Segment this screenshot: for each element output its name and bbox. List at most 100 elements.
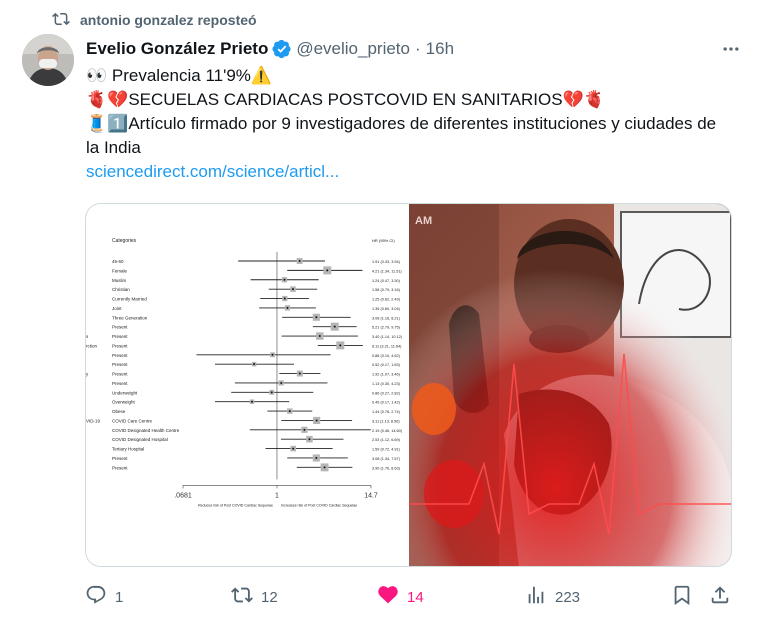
row-label: Tertiary Hospital [112,447,144,452]
row-label: Present [112,334,128,339]
categories-header: Categories [112,238,137,244]
author-handle[interactable]: @evelio_prieto [296,39,410,59]
estimate-dot [318,335,321,338]
author-name[interactable]: Evelio González Prieto [86,39,268,59]
article-link[interactable]: sciencedirect.com/science/articl... [86,162,339,181]
repost-button[interactable]: 12 [231,585,278,609]
avatar[interactable] [22,34,74,86]
row-label: Present [112,353,128,358]
side-fragment: s [86,334,89,339]
tweet-actions: 1 12 14 223 [85,585,735,609]
row-hr: 3.90 (1.76, 8.63) [372,466,401,470]
thread-emoji: 🧵1️⃣ [86,114,129,133]
bookmark-icon [671,584,693,610]
estimate-dot [253,363,256,366]
row-hr: 1.24 (0.47, 3.30) [372,279,401,283]
hr-header: HR (95% CI) [372,238,395,243]
estimate-dot [283,278,286,281]
tweet-media[interactable]: Categories HR (95% CI) 45-60 1.91 (0.33, 3.… [85,203,732,567]
row-label: Three Generation [112,315,148,320]
x-label-right: Increases risk of Post COVID Cardiac Seq… [281,503,357,507]
estimate-dot [315,316,318,319]
estimate-dot [339,344,342,347]
row-label: Present [112,381,128,386]
x-tick-label: 1 [275,492,279,499]
row-hr: 3.08 (1.16, 8.21) [372,316,401,320]
verified-badge-icon [272,39,292,59]
estimate-dot [271,353,274,356]
row-hr: 5.21 (2.79, 9.75) [372,326,401,330]
row-hr: 3.40 (1.14, 10.12) [372,335,403,339]
row-label: Currently Married [112,297,147,302]
share-button[interactable] [709,585,731,609]
heart-emoji: 💔🫀 [562,90,605,109]
row-label: Present [112,372,128,377]
reply-button[interactable]: 1 [85,585,123,609]
views-button[interactable]: 223 [525,585,580,609]
like-button[interactable]: 14 [377,585,424,609]
timestamp[interactable]: 16h [426,39,454,59]
estimate-dot [283,297,286,300]
row-label: Present [112,465,128,470]
estimate-dot [280,381,283,384]
row-hr: 1.92 (1.07, 3.46) [372,373,401,377]
row-hr: 6.11 (3.21, 11.64) [372,344,402,348]
estimate-dot [333,325,336,328]
estimate-dot [315,419,318,422]
row-hr: 1.13 (0.30, 4.23) [372,382,401,386]
row-label: Present [112,325,128,330]
repost-icon [231,584,253,610]
row-label: Overweight [112,400,136,405]
row-label: Joint [112,306,122,311]
row-label: Underweight [112,390,138,395]
share-icon [709,584,731,610]
like-count: 14 [407,588,424,606]
tweet-line-3: 🧵1️⃣Artículo firmado por 9 investigadore… [86,114,717,157]
estimate-dot [288,410,291,413]
x-tick-label: 14.7 [364,492,378,499]
row-hr: 1.59 (0.72, 4.91) [372,448,401,452]
row-label: Female [112,268,128,273]
views-count: 223 [555,588,581,606]
row-hr: 1.44 (0.76, 2.74) [372,410,401,414]
row-hr: 4.21 (1.34, 11.51) [372,269,402,273]
bookmark-button[interactable] [671,585,693,609]
estimate-dot [308,438,311,441]
estimate-dot [292,447,295,450]
heart-emoji: 🫀💔 [86,90,129,109]
estimate-dot [298,260,301,262]
reply-icon [85,584,107,610]
row-hr: 1.58 (0.79, 3.16) [372,288,401,292]
estimate-dot [326,269,329,272]
repost-count: 12 [261,588,278,606]
warning-emoji: ⚠️ [250,66,273,85]
estimate-dot [286,306,289,309]
row-hr: 0.52 (0.17, 1.63) [372,363,401,367]
row-label: Christian [112,287,130,292]
repost-context[interactable]: antonio gonzalez reposteó [52,10,257,30]
tweet-header: Evelio González Prieto @evelio_prieto · … [86,37,742,61]
x-tick-label: .0681 [174,492,192,499]
row-label: 45-60 [112,259,124,264]
row-label: Obese [112,409,126,414]
estimate-dot [315,456,318,459]
row-hr: 2.19 (0.46, 14.60) [372,429,403,433]
row-hr: 2.53 (1.12, 6.69) [372,438,401,442]
views-icon [525,584,547,610]
more-options-icon[interactable] [720,38,742,60]
estimate-dot [303,428,306,431]
tweet-line-1: 👀 Prevalencia 11'9%⚠️ [86,66,273,85]
row-hr: 1.91 (0.33, 3.94) [372,260,401,264]
row-hr: 0.49 (0.17, 1.42) [372,401,401,405]
photo-caption: AM [415,215,432,227]
estimate-dot [251,400,254,403]
row-label: Present [112,362,128,367]
x-label-left: Reduces risk of Post COVID Cardiac Seque… [198,503,273,507]
side-fragment: rction [86,343,98,348]
row-hr: 1.25 (0.62, 2.49) [372,298,401,302]
row-label: COVID Care Centre [112,418,153,423]
man-chest-pain-photo: AM [409,204,731,566]
row-hr: 3.11 (1.13, 8.56) [372,419,400,423]
row-label: COVID Designated Hospital [112,437,168,442]
row-hr: 0.86 (0.27, 2.82) [372,391,401,395]
